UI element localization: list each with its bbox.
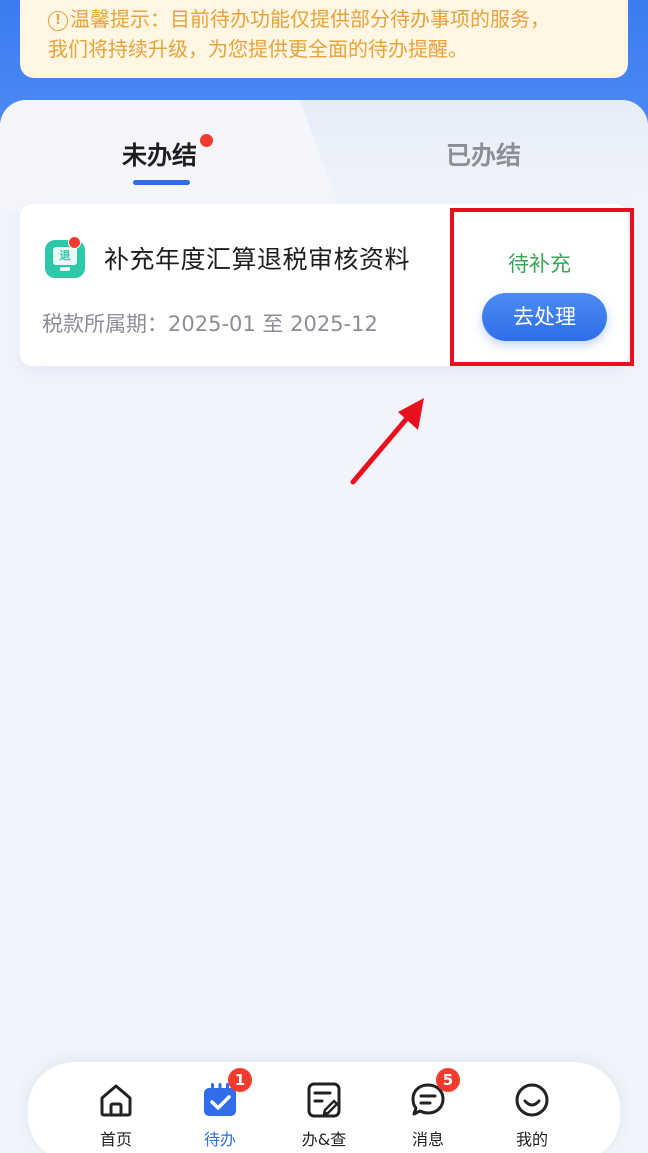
- nav-home-label: 首页: [99, 1130, 132, 1149]
- tab-unread-dot: [200, 134, 213, 147]
- notice-text-line2: 我们将持续升级，为您提供更全面的待办提醒。: [48, 37, 468, 61]
- info-circle-icon: !: [48, 11, 68, 31]
- tab-bar: 未办结 已办结: [0, 100, 648, 210]
- card-unread-dot: [68, 236, 81, 249]
- todo-badge: 1: [228, 1068, 252, 1092]
- nav-messages-label: 消息: [411, 1130, 444, 1149]
- tab-unfinished[interactable]: 未办结: [122, 136, 197, 172]
- annotation-arrow-icon: [350, 398, 424, 485]
- notice-text-line1: 温馨提示：目前待办功能仅提供部分待办事项的服务，: [70, 7, 550, 31]
- message-icon: 5: [408, 1068, 460, 1120]
- nav-profile[interactable]: 我的: [492, 1080, 572, 1150]
- profile-icon: [512, 1080, 552, 1120]
- handle-query-icon: [304, 1080, 344, 1120]
- bottom-navigation: 首页 1 待办 办&查 5 消息 我的: [28, 1062, 620, 1153]
- nav-home[interactable]: 首页: [76, 1080, 156, 1150]
- nav-todo[interactable]: 1 待办: [180, 1068, 260, 1150]
- warm-tip-notice: ! 温馨提示：目前待办功能仅提供部分待办事项的服务， 我们将持续升级，为您提供更全…: [20, 0, 628, 78]
- todo-icon: 1: [200, 1068, 252, 1120]
- tab-finished[interactable]: 已办结: [446, 136, 521, 172]
- annotation-highlight-box: [450, 208, 634, 366]
- nav-handle-query[interactable]: 办&查: [284, 1080, 364, 1150]
- message-badge: 5: [436, 1068, 460, 1092]
- card-tax-period: 税款所属期：2025-01 至 2025-12: [42, 312, 378, 336]
- tax-refund-icon-label: 退: [53, 247, 77, 265]
- home-icon: [96, 1080, 136, 1120]
- nav-handle-query-label: 办&查: [301, 1130, 347, 1149]
- nav-messages[interactable]: 5 消息: [388, 1068, 468, 1150]
- tab-active-indicator: [133, 180, 190, 185]
- card-title: 补充年度汇算退税审核资料: [104, 245, 411, 274]
- nav-todo-label: 待办: [203, 1130, 236, 1149]
- nav-profile-label: 我的: [515, 1130, 548, 1149]
